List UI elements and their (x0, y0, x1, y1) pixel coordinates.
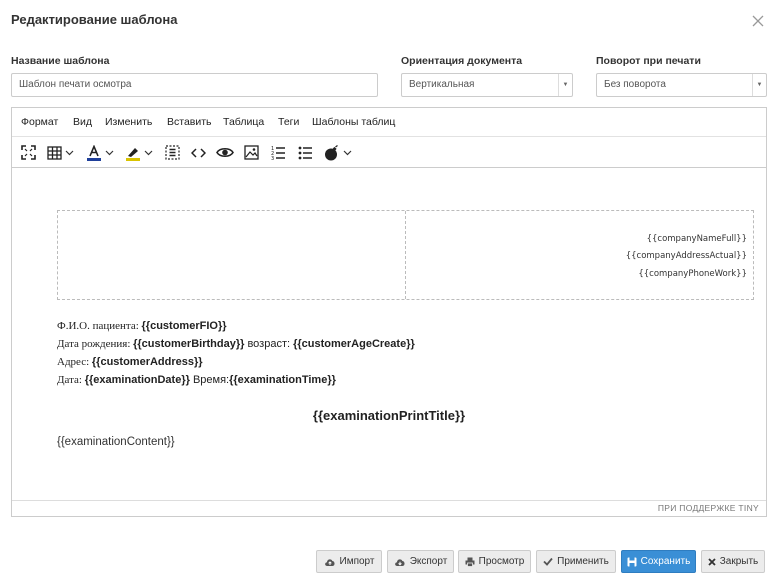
birthday-tag: {{customerBirthday}} (133, 338, 245, 350)
menu-edit[interactable]: Изменить (105, 116, 152, 128)
time-label: Время: (189, 374, 230, 386)
highlight-color-icon[interactable] (125, 144, 153, 161)
date-line: Дата: {{examinationDate}} Время:{{examin… (57, 374, 336, 386)
menu-table-templates[interactable]: Шаблоны таблиц (312, 116, 395, 128)
check-icon (543, 557, 553, 566)
date-label: Дата: (57, 374, 85, 386)
menu-insert[interactable]: Вставить (167, 116, 212, 128)
template-name-label: Название шаблона (11, 55, 110, 67)
menu-tags[interactable]: Теги (278, 116, 299, 128)
examination-content-tag: {{examinationContent}} (57, 436, 175, 448)
address-label: Адрес: (57, 356, 92, 368)
rotation-select[interactable]: Без поворота ▼ (596, 73, 767, 97)
export-label: Экспорт (409, 556, 448, 567)
bullet-list-icon[interactable] (298, 144, 313, 161)
bomb-icon[interactable] (324, 144, 352, 161)
chevron-down-icon (65, 150, 74, 155)
date-tag: {{examinationDate}} (84, 374, 190, 386)
orientation-select[interactable]: Вертикальная ▼ (401, 73, 573, 97)
editor-menubar: Формат Вид Изменить Вставить Таблица Тег… (12, 108, 766, 137)
template-name-input[interactable]: Шаблон печати осмотра (11, 73, 378, 97)
text-color-icon[interactable] (86, 144, 114, 161)
preview-eye-icon[interactable] (216, 144, 234, 161)
menu-format[interactable]: Формат (21, 116, 58, 128)
time-tag: {{examinationTime}} (229, 374, 336, 386)
address-line: Адрес: {{customerAddress}} (57, 356, 203, 368)
editor-toolbar: 1 2 3 (12, 137, 766, 168)
header-table: {{companyNameFull}} {{companyAddressActu… (57, 210, 754, 300)
cloud-upload-icon (324, 558, 335, 566)
save-button[interactable]: Сохранить (621, 550, 696, 573)
import-label: Импорт (339, 556, 375, 567)
birthday-label: Дата рождения: (57, 338, 134, 350)
print-title-tag: {{examinationPrintTitle}} (312, 408, 466, 423)
chevron-down-icon (105, 150, 114, 155)
svg-text:3: 3 (271, 156, 274, 160)
export-button[interactable]: Экспорт (387, 550, 454, 573)
patient-line: Ф.И.О. пациента: {{customerFIO}} (57, 320, 227, 332)
company-phone-tag: {{companyPhoneWork}} (638, 269, 747, 279)
close-icon (708, 557, 716, 566)
address-tag: {{customerAddress}} (91, 356, 203, 368)
patient-tag: {{customerFIO}} (141, 320, 227, 332)
powered-by-link[interactable]: ПРИ ПОДДЕРЖКЕ TINY (658, 503, 759, 513)
menu-view[interactable]: Вид (73, 116, 92, 128)
chevron-down-icon: ▼ (558, 74, 572, 96)
preview-button[interactable]: Просмотр (458, 550, 531, 573)
source-code-icon[interactable] (191, 144, 206, 161)
apply-button[interactable]: Применить (536, 550, 616, 573)
dialog-title: Редактирование шаблона (11, 12, 178, 27)
save-icon (627, 557, 637, 566)
editor-content-area[interactable]: {{companyNameFull}} {{companyAddressActu… (12, 168, 766, 502)
import-button[interactable]: Импорт (316, 550, 382, 573)
menu-table[interactable]: Таблица (223, 116, 264, 128)
company-address-tag: {{companyAddressActual}} (625, 251, 747, 261)
cloud-download-icon (394, 558, 405, 566)
close-icon[interactable] (748, 11, 768, 31)
numbered-list-icon[interactable]: 1 2 3 (271, 144, 286, 161)
rotation-label: Поворот при печати (596, 55, 701, 67)
template-name-value: Шаблон печати осмотра (19, 79, 132, 90)
orientation-value: Вертикальная (409, 79, 475, 90)
chevron-down-icon (343, 150, 352, 155)
preview-label: Просмотр (478, 556, 525, 567)
birthday-line: Дата рождения: {{customerBirthday}} возр… (57, 338, 415, 350)
apply-label: Применить (557, 556, 609, 567)
table-icon[interactable] (47, 144, 74, 161)
company-name-tag: {{companyNameFull}} (646, 234, 747, 244)
close-button[interactable]: Закрыть (701, 550, 765, 573)
chevron-down-icon (144, 150, 153, 155)
editor-statusbar: ПРИ ПОДДЕРЖКЕ TINY (12, 500, 766, 516)
chevron-down-icon: ▼ (752, 74, 766, 96)
age-tag: {{customerAgeCreate}} (293, 338, 415, 350)
age-label: возраст: (244, 338, 294, 350)
print-icon (465, 557, 475, 567)
table-cell-divider (405, 211, 406, 299)
rich-text-editor: Формат Вид Изменить Вставить Таблица Тег… (11, 107, 767, 517)
save-label: Сохранить (640, 556, 691, 567)
image-icon[interactable] (244, 144, 259, 161)
close-label: Закрыть (719, 556, 759, 567)
fullscreen-icon[interactable] (21, 144, 36, 161)
rotation-value: Без поворота (604, 79, 666, 90)
edit-template-dialog: Редактирование шаблона Название шаблона … (0, 0, 780, 586)
select-all-icon[interactable] (165, 144, 180, 161)
orientation-label: Ориентация документа (401, 55, 523, 67)
patient-label: Ф.И.О. пациента: (57, 320, 142, 332)
